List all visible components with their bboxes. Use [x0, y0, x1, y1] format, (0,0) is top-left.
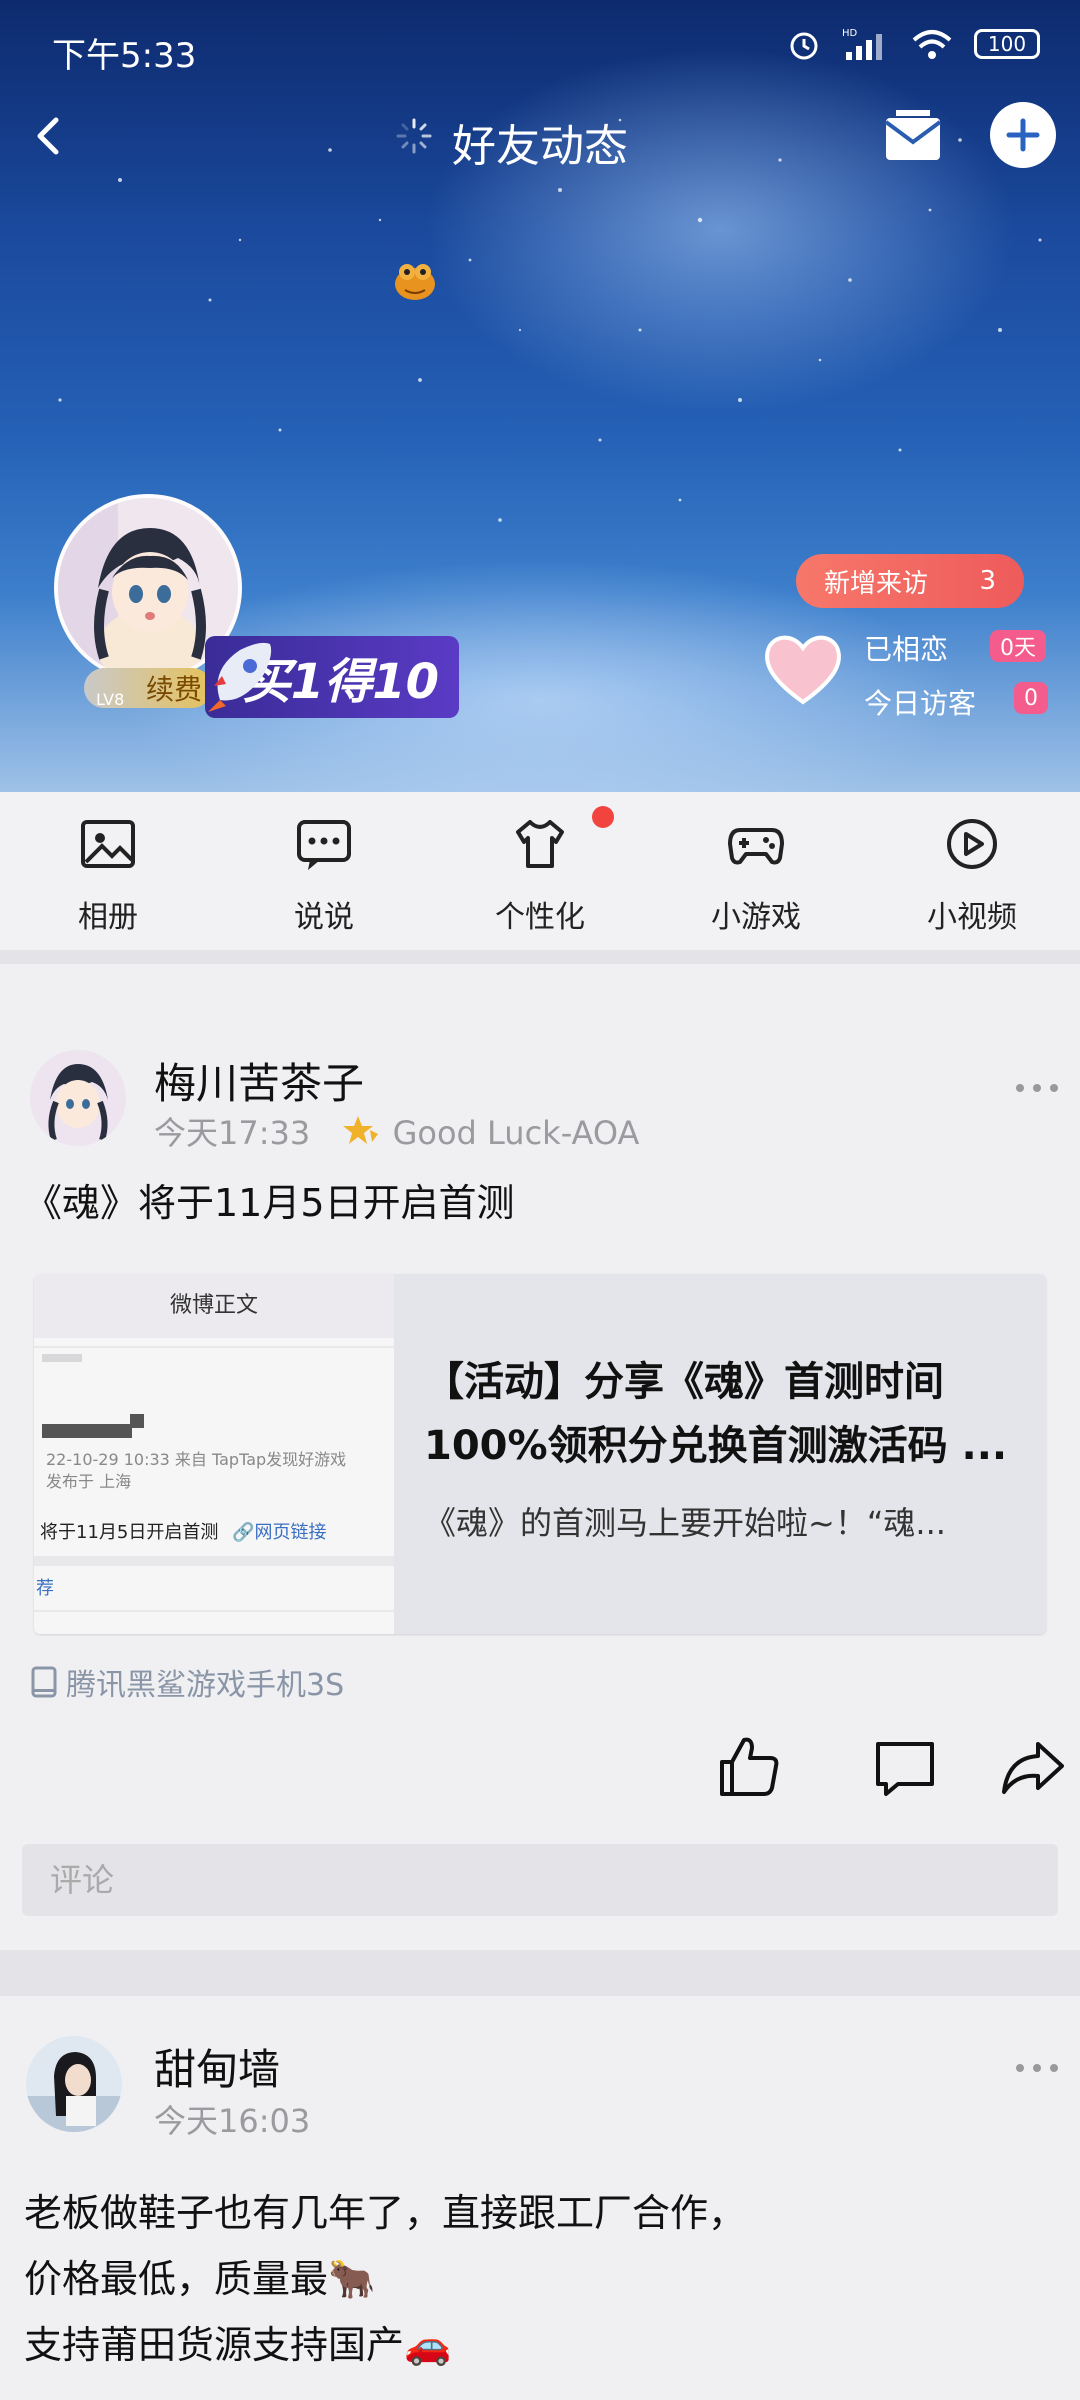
- link-title: 【活动】分享《魂》首测时间100%领积分兑换首测激活码 ...: [424, 1359, 1008, 1469]
- link-description: 《魂》的首测马上要开始啦~！“魂...: [424, 1504, 946, 1542]
- thumb-meta-line: 22-10-29 10:33 来自 TapTap发现好游戏: [46, 1450, 347, 1469]
- alarm-icon: [790, 32, 818, 60]
- status-time: 下午5:33: [52, 36, 197, 76]
- new-visits-badge[interactable]: 新增来访 3: [796, 554, 1024, 608]
- message-icon[interactable]: [880, 104, 946, 170]
- visits-count: 3: [979, 566, 996, 596]
- photo-icon: [81, 820, 135, 868]
- more-options-icon[interactable]: [1012, 2058, 1062, 2078]
- star-badge-icon: [343, 1116, 379, 1144]
- thumb-meta-line2: 发布于 上海: [46, 1472, 132, 1491]
- thumb-blur-block: [42, 1424, 132, 1438]
- thumb-tag: 荐: [36, 1578, 54, 1599]
- thumb-blur-block: [130, 1414, 144, 1428]
- phone-icon: [31, 1666, 57, 1698]
- more-options-icon[interactable]: [1012, 1078, 1062, 1098]
- post-text-line: 老板做鞋子也有几年了，直接跟工厂合作，: [24, 2191, 747, 2235]
- post-badge-text: Good Luck-AOA: [392, 1114, 640, 1152]
- plus-icon: [1006, 118, 1040, 152]
- thumb-link-text: 网页链接: [254, 1522, 327, 1543]
- post-time-text: 今天17:33: [154, 1114, 311, 1152]
- play-icon: [947, 819, 997, 869]
- post-text-line: 价格最低，质量最🐂: [24, 2257, 376, 2301]
- comment-input[interactable]: 评论: [22, 1844, 1058, 1916]
- love-label: 已相恋: [864, 633, 949, 666]
- thumb-body-text: 将于11月5日开启首测 🔗网页链接: [40, 1518, 327, 1544]
- love-days-badge: 0天: [990, 630, 1046, 662]
- like-icon[interactable]: [714, 1732, 784, 1802]
- thumb-blur-block: [42, 1354, 82, 1362]
- quick-action-bar: 相册 说说 个性化 小游戏 小视频: [0, 792, 1080, 951]
- thumb-divider: [34, 1346, 394, 1348]
- quick-games[interactable]: 小游戏: [696, 814, 816, 936]
- post-author-name[interactable]: 梅川苦茶子: [154, 1050, 364, 1111]
- rocket-icon: [208, 642, 272, 712]
- post-actions: [680, 1732, 1080, 1812]
- chat-icon: [297, 820, 351, 870]
- visitors-count-badge: 0: [1014, 682, 1048, 714]
- visits-label: 新增来访: [824, 568, 929, 599]
- post-time: 今天16:03: [154, 2102, 311, 2140]
- heart-icon[interactable]: [762, 630, 844, 706]
- thumb-divider: [34, 1610, 394, 1612]
- quick-album-label: 相册: [78, 900, 138, 935]
- nav-bar: 好友动态: [0, 96, 1080, 176]
- quick-shuoshuo-label: 说说: [294, 900, 354, 935]
- notification-dot: [592, 806, 614, 828]
- quick-videos-label: 小视频: [927, 900, 1017, 935]
- quick-personalize[interactable]: 个性化: [480, 814, 600, 936]
- quick-videos[interactable]: 小视频: [912, 814, 1032, 936]
- visitors-label[interactable]: 今日访客: [864, 682, 976, 722]
- quick-album[interactable]: 相册: [48, 814, 168, 936]
- battery-indicator: 100: [974, 29, 1040, 59]
- profile-cover[interactable]: 下午5:33 HD 100 好友动态 续费 LV8 买1得10 新增来访 3 已…: [0, 0, 1080, 792]
- comment-icon[interactable]: [870, 1732, 940, 1802]
- feed-post: 甜甸墙 今天16:03 老板做鞋子也有几年了，直接跟工厂合作， 价格最低，质量最…: [0, 1996, 1080, 2400]
- section-divider: [0, 1950, 1080, 1996]
- thumb-header: 微博正文: [34, 1274, 394, 1338]
- quick-personalize-label: 个性化: [495, 900, 585, 935]
- level-label: LV8: [96, 690, 125, 709]
- device-source[interactable]: 腾讯黑鲨游戏手机3S: [30, 1660, 344, 1704]
- post-author-name[interactable]: 甜甸墙: [154, 2036, 280, 2097]
- status-icons: HD 100: [786, 26, 1040, 62]
- link-thumbnail: 微博正文 22-10-29 10:33 来自 TapTap发现好游戏 发布于 上…: [34, 1274, 394, 1634]
- thumb-body: 将于11月5日开启首测: [40, 1522, 219, 1543]
- quick-games-label: 小游戏: [711, 900, 801, 935]
- quick-shuoshuo[interactable]: 说说: [264, 814, 384, 936]
- signal-icon: HD: [842, 28, 882, 60]
- share-icon[interactable]: [998, 1732, 1068, 1802]
- device-name: 腾讯黑鲨游戏手机3S: [66, 1668, 345, 1703]
- add-button[interactable]: [990, 102, 1056, 168]
- post-author-avatar[interactable]: [30, 1050, 126, 1146]
- pet-frog-icon[interactable]: [385, 250, 445, 310]
- thumb-divider: [34, 1556, 394, 1566]
- gamepad-icon: [728, 828, 784, 865]
- status-bar: 下午5:33 HD 100: [0, 0, 1080, 100]
- author-avatar-image: [30, 1050, 126, 1146]
- shirt-icon: [516, 820, 564, 868]
- post-text: 《魂》将于11月5日开启首测: [24, 1181, 515, 1225]
- thumb-link: 🔗网页链接: [232, 1522, 327, 1543]
- wifi-icon: [912, 30, 952, 59]
- section-divider: [0, 950, 1080, 964]
- feed-post: 梅川苦茶子 今天17:33 Good Luck-AOA 《魂》将于11月5日开启…: [0, 964, 1080, 1950]
- post-time: 今天17:33 Good Luck-AOA: [154, 1108, 639, 1154]
- author-avatar-image: [26, 2036, 122, 2132]
- post-author-avatar[interactable]: [26, 2036, 122, 2132]
- network-label: HD: [842, 28, 858, 39]
- shared-link-card[interactable]: 微博正文 22-10-29 10:33 来自 TapTap发现好游戏 发布于 上…: [34, 1274, 1046, 1634]
- post-text-line: 支持莆田货源支持国产🚗: [24, 2323, 452, 2367]
